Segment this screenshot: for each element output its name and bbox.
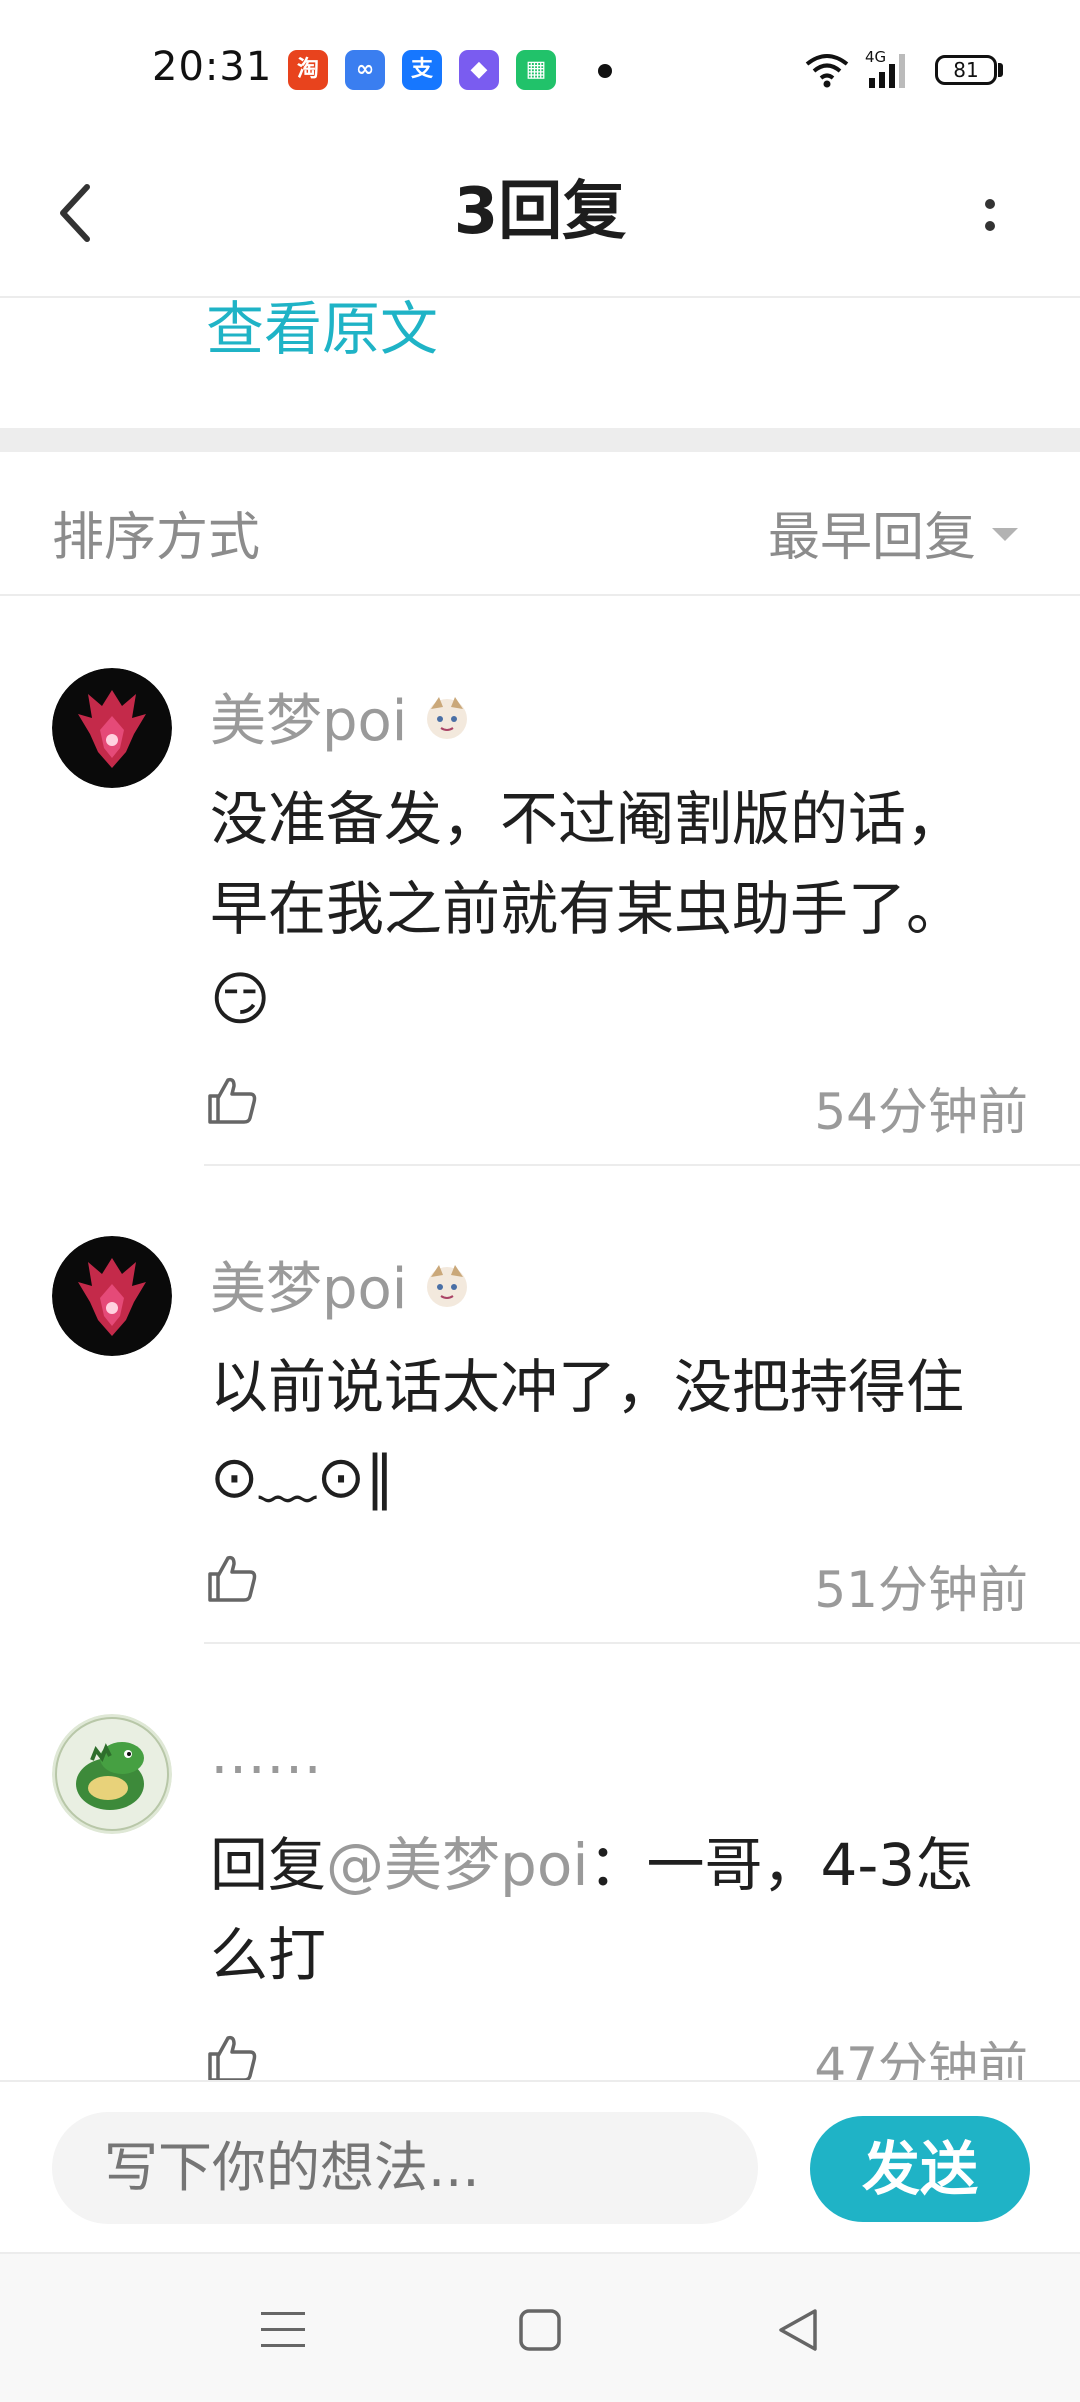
- shortcut-app-icon: ◆: [459, 50, 499, 90]
- more-dot: [985, 199, 995, 209]
- avatar[interactable]: [52, 1714, 172, 1834]
- comment-username[interactable]: 美梦poi: [210, 1244, 473, 1325]
- system-back-button[interactable]: [758, 2290, 838, 2370]
- comment-time: 51分钟前: [814, 1561, 1028, 1619]
- status-bar: 20:31 淘 ∞ 支 ◆ ▦ 4G 81: [0, 0, 1080, 130]
- status-time: 20:31: [152, 44, 273, 90]
- comment-content: 以前说话太冲了，没把持得住⊙﹏⊙‖: [210, 1353, 965, 1511]
- comment-time: 54分钟前: [814, 1083, 1028, 1141]
- like-button[interactable]: [204, 2030, 260, 2086]
- comment-content: 没准备发，不过阉割版的话，早在我之前就有某虫助手了。😏: [210, 785, 965, 1033]
- avatar[interactable]: [52, 1236, 172, 1356]
- section-separator: [0, 428, 1080, 452]
- wifi-icon: [805, 54, 849, 88]
- reply-input[interactable]: [52, 2112, 758, 2224]
- thumbs-up-icon: [208, 1077, 257, 1124]
- page-title: 3回复: [453, 175, 627, 249]
- triangle-back-icon: [779, 2309, 817, 2351]
- infinity-app-icon: ∞: [345, 50, 385, 90]
- thumbs-up-icon: [208, 1555, 257, 1602]
- like-button[interactable]: [204, 1550, 260, 1606]
- more-options-button[interactable]: [960, 180, 1020, 250]
- thumbs-up-icon: [208, 2035, 257, 2082]
- grid-app-icon: ▦: [516, 50, 556, 90]
- mention-link[interactable]: @美梦poi: [326, 1831, 588, 1899]
- square-home-icon: [519, 2309, 561, 2351]
- top-app-bar: 3回复: [0, 130, 1080, 298]
- divider: [0, 594, 1080, 596]
- avatar[interactable]: [52, 668, 172, 788]
- character-badge-icon: [427, 696, 468, 739]
- username-text: 美梦poi: [210, 689, 408, 754]
- send-button[interactable]: 发送: [810, 2116, 1030, 2222]
- battery-cap: [998, 63, 1003, 77]
- alipay-icon: 支: [402, 50, 442, 90]
- home-button[interactable]: [500, 2290, 580, 2370]
- comment-username[interactable]: ……: [210, 1722, 322, 1787]
- system-nav-bar: [0, 2252, 1080, 2402]
- menu-button[interactable]: [243, 2290, 323, 2370]
- comment-username[interactable]: 美梦poi: [210, 676, 473, 757]
- reply-prefix: 回复: [210, 1831, 327, 1899]
- menu-icon: [261, 2312, 305, 2347]
- dragon-avatar-image: [52, 1236, 172, 1356]
- username-text: 美梦poi: [210, 1257, 408, 1322]
- username-text: ……: [210, 1722, 322, 1787]
- comment-content: 回复@美梦poi：一哥，4-3怎么打: [210, 1820, 1010, 2000]
- comment-divider: [204, 1642, 1080, 1644]
- like-button[interactable]: [204, 1072, 260, 1128]
- battery-icon: 81: [935, 55, 997, 85]
- svg-text:4G: 4G: [865, 48, 886, 66]
- sort-label: 排序方式: [52, 508, 261, 568]
- dragon-avatar-image: [52, 668, 172, 788]
- notification-dot-icon: [598, 64, 612, 78]
- sort-dropdown[interactable]: 最早回复: [768, 495, 1018, 570]
- caret-down-icon: [992, 528, 1018, 541]
- sort-value: 最早回复: [767, 508, 976, 568]
- more-dot: [985, 221, 995, 231]
- reply-input-bar: 发送: [0, 2080, 1080, 2252]
- cellular-signal-icon: 4G: [865, 48, 905, 88]
- comment-divider: [204, 1164, 1080, 1166]
- character-badge-icon: [427, 1264, 468, 1307]
- dinosaur-avatar-image: [52, 1714, 172, 1834]
- taobao-icon: 淘: [288, 50, 328, 90]
